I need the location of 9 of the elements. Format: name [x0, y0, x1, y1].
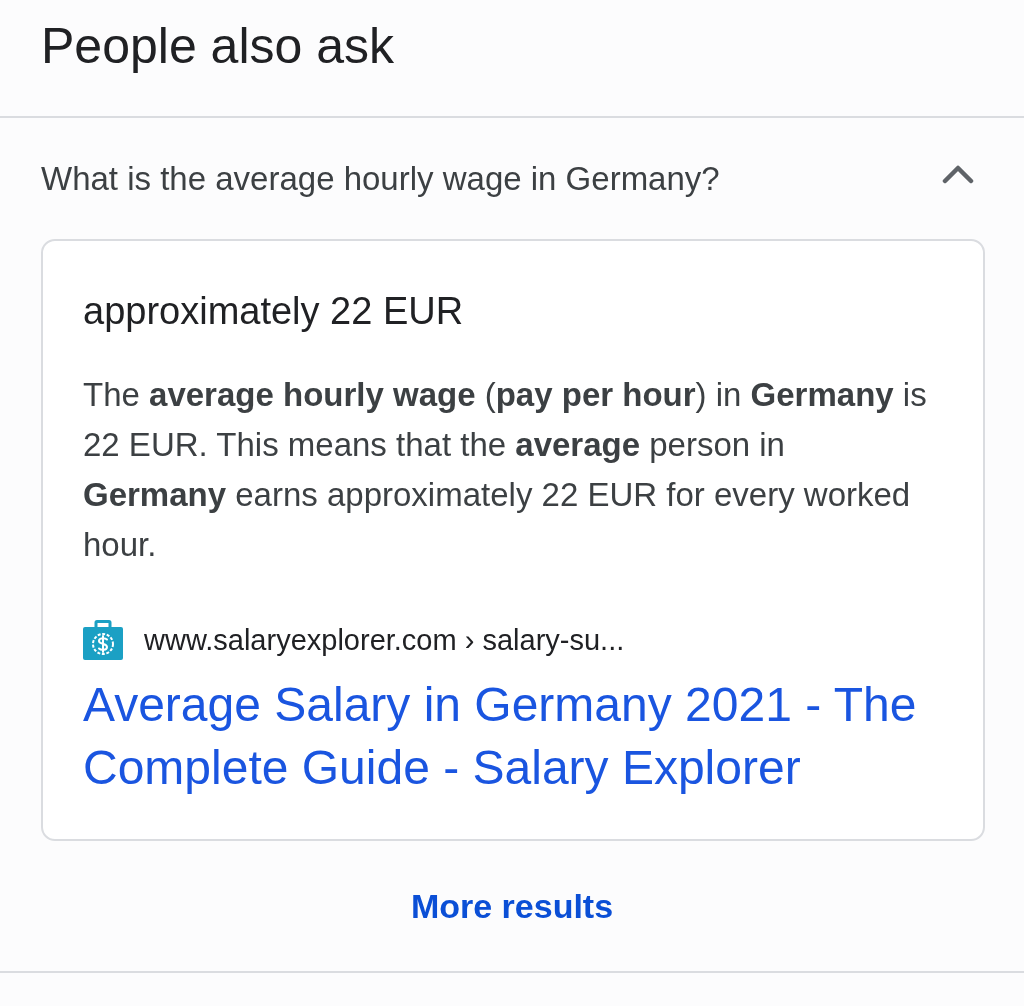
answer-snippet: The average hourly wage (pay per hour) in Germany is 22 EUR. This means that the average person in Germany earns approximately 22 EUR for every worked hour.	[83, 375, 928, 565]
money-bag-icon	[83, 620, 123, 660]
source-url: www.salaryexplorer.com › salary-su...	[144, 623, 625, 658]
chevron-up-icon[interactable]	[942, 163, 974, 184]
answer-title: approximately 22 EUR	[83, 289, 464, 334]
result-title-link[interactable]: Average Salary in Germany 2021 - The Complete Guide - Salary Explorer	[83, 673, 932, 799]
section-heading: People also ask	[41, 17, 394, 76]
question-text[interactable]: What is the average hourly wage in Germany?	[41, 157, 720, 200]
more-results-button[interactable]: More results	[394, 878, 630, 934]
